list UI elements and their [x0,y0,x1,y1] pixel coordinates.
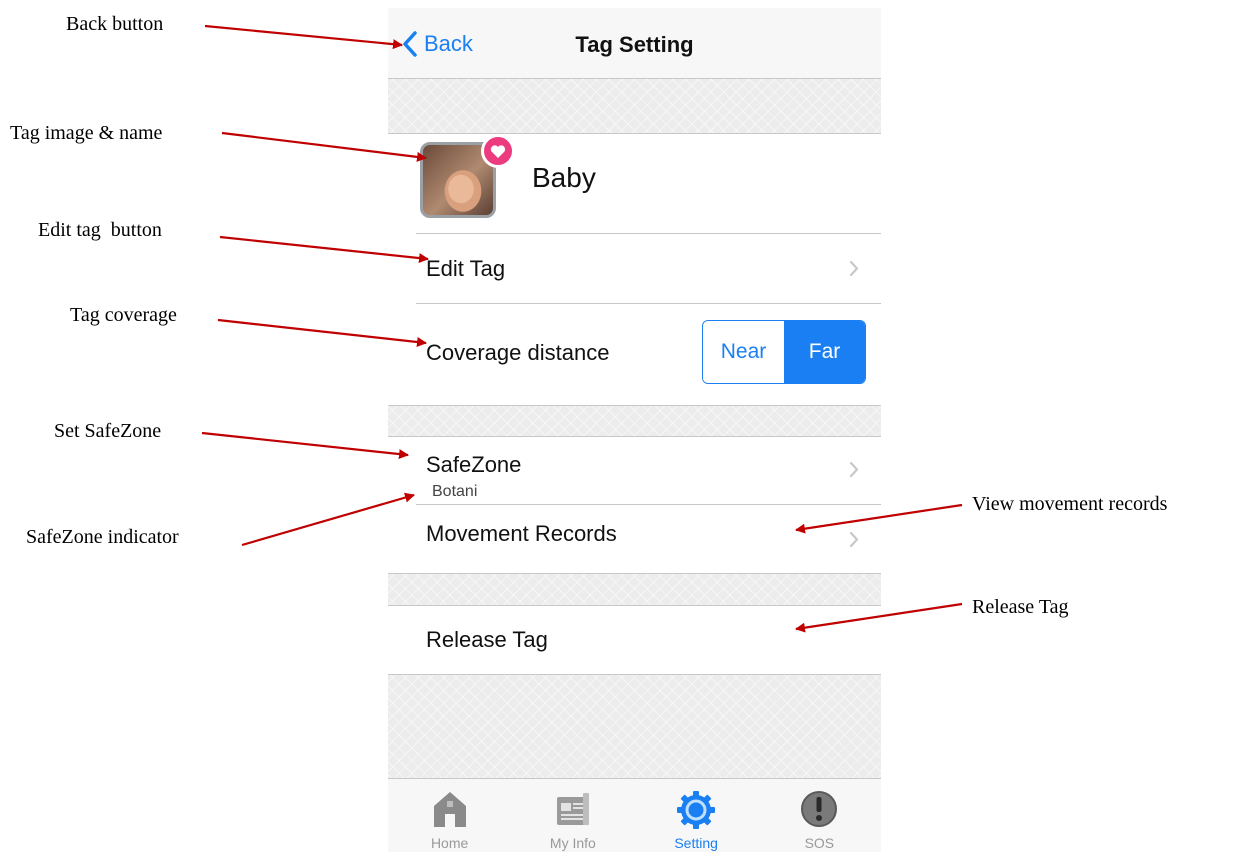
movement-records-label: Movement Records [426,521,617,546]
movement-records-row[interactable]: Movement Records [416,505,881,572]
gear-icon [677,791,716,829]
chevron-right-icon [849,461,859,478]
edit-tag-label: Edit Tag [426,256,506,281]
release-tag-row[interactable]: Release Tag [416,606,881,674]
alert-icon [801,791,838,827]
home-icon [433,792,466,827]
tab-bar: Home My Info Setting SOS [388,778,881,852]
coverage-segmented-control: Near Far [702,320,866,384]
coverage-label: Coverage distance [426,340,610,365]
page-title: Tag Setting [575,32,694,57]
tag-name: Baby [532,162,596,193]
callout-set-safezone: Set SafeZone [54,420,162,442]
news-icon [556,793,589,825]
arrow-back-button [204,24,403,50]
tag-group: Baby Edit Tag Coverage distance Near Far [388,133,881,406]
callout-edit-tag: Edit tag button [38,219,162,241]
phone-screen: Back Tag Setting Baby Edit Tag Coverage … [388,8,881,852]
tab-setting[interactable]: Setting [635,779,758,852]
tab-my-info[interactable]: My Info [511,779,634,852]
callout-release-tag: Release Tag [972,596,1069,618]
tab-home[interactable]: Home [388,779,511,852]
callout-tag-coverage: Tag coverage [70,304,177,326]
chevron-right-icon [849,531,859,548]
release-tag-label: Release Tag [426,627,548,652]
tag-row: Baby [388,134,881,233]
coverage-row: Coverage distance Near Far [416,304,881,404]
zone-group: SafeZone Botani Movement Records [388,436,881,574]
callout-safezone-indicator: SafeZone indicator [26,526,179,548]
tab-sos[interactable]: SOS [758,779,881,852]
far-option[interactable]: Far [784,321,865,383]
safezone-label: SafeZone [426,452,522,477]
tab-label: Home [430,835,469,851]
tab-label: My Info [549,835,596,851]
safezone-value: Botani [432,483,478,500]
release-group: Release Tag [388,605,881,675]
callout-back-button: Back button [66,13,164,35]
tab-label: SOS [804,835,835,851]
callout-tag-image: Tag image & name [10,122,163,144]
chevron-right-icon [849,260,859,277]
arrow-set-safezone [201,431,409,460]
callout-view-movement: View movement records [972,493,1168,515]
navigation-bar: Back Tag Setting [388,8,881,79]
tab-label: Setting [674,835,718,851]
heart-icon [490,144,506,158]
safezone-row[interactable]: SafeZone Botani [416,437,881,504]
near-option[interactable]: Near [703,321,784,383]
heart-badge [481,134,515,168]
edit-tag-row[interactable]: Edit Tag [416,234,881,303]
